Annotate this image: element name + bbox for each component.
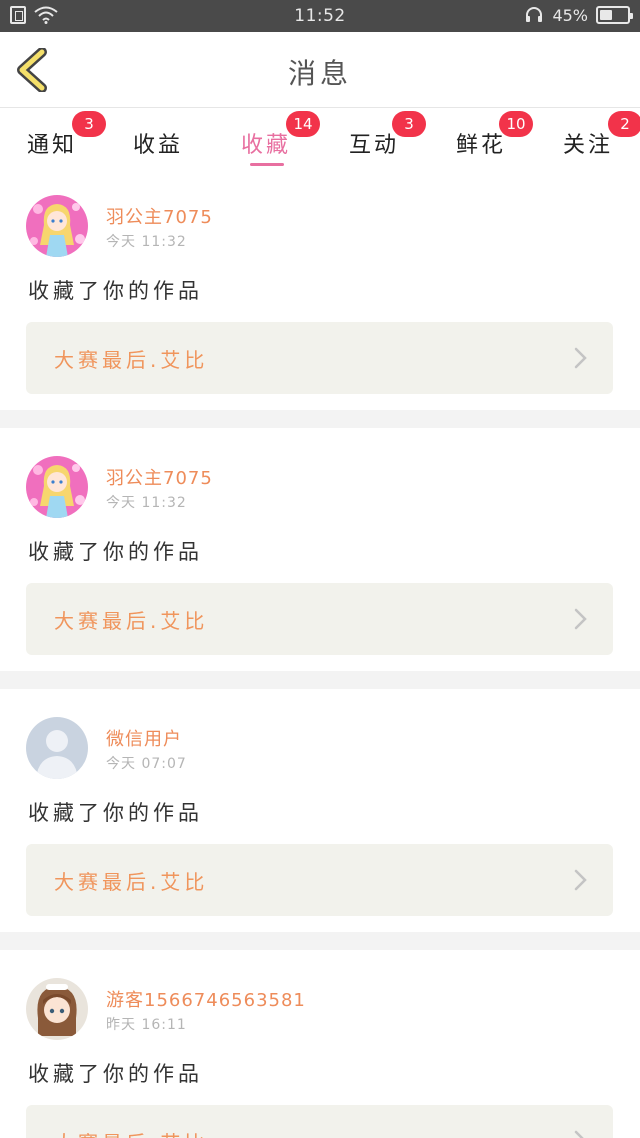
work-link[interactable]: 大赛最后.艾比 <box>26 844 613 916</box>
avatar[interactable] <box>26 717 88 779</box>
top-nav-bar: 消息 <box>0 32 640 108</box>
message-text: 收藏了你的作品 <box>28 801 203 825</box>
tab-label: 通知 <box>26 133 77 158</box>
anime-princess-avatar-icon <box>26 195 88 257</box>
username[interactable]: 羽公主7075 <box>106 203 213 229</box>
list-item: 羽公主7075 今天 11:32 收藏了你的作品 大赛最后.艾比 <box>0 428 640 671</box>
tab-badge: 2 <box>608 111 640 137</box>
chevron-right-icon <box>574 347 587 369</box>
tab-notice[interactable]: 通知 3 <box>2 111 106 167</box>
work-title: 大赛最后.艾比 <box>54 348 209 372</box>
tab-interactions[interactable]: 互动 3 <box>324 111 426 167</box>
anime-princess-avatar-icon <box>26 456 88 518</box>
tab-bar: 通知 3 收益 收藏 14 互动 3 鲜花 10 关注 2 <box>0 109 640 167</box>
battery-icon <box>596 6 633 24</box>
timestamp: 今天 11:32 <box>106 495 187 511</box>
work-link[interactable]: 大赛最后.艾比 <box>26 583 613 655</box>
work-title: 大赛最后.艾比 <box>54 609 209 633</box>
work-link[interactable]: 大赛最后.艾比 <box>26 1105 613 1138</box>
status-bar: 11:52 45% <box>0 0 640 32</box>
anime-girl-avatar-icon <box>26 978 88 1040</box>
tab-label: 收益 <box>132 133 183 158</box>
message-text: 收藏了你的作品 <box>28 1062 203 1086</box>
username[interactable]: 羽公主7075 <box>106 464 213 490</box>
list-item: 羽公主7075 今天 11:32 收藏了你的作品 大赛最后.艾比 <box>0 167 640 410</box>
avatar[interactable] <box>26 456 88 518</box>
tab-flowers[interactable]: 鲜花 10 <box>431 111 533 167</box>
timestamp: 今天 07:07 <box>106 756 187 772</box>
tab-badge: 14 <box>286 111 320 137</box>
chevron-right-icon <box>574 608 587 630</box>
tab-badge: 10 <box>499 111 533 137</box>
tab-label: 关注 <box>562 133 613 158</box>
avatar[interactable] <box>26 978 88 1040</box>
tab-badge: 3 <box>72 111 106 137</box>
status-bar-right: 45% <box>524 5 633 25</box>
timestamp: 今天 11:32 <box>106 234 187 250</box>
work-title: 大赛最后.艾比 <box>54 870 209 894</box>
chevron-right-icon <box>574 869 587 891</box>
battery-fill <box>600 10 612 20</box>
battery-percent: 45% <box>552 5 588 25</box>
username[interactable]: 游客1566746563581 <box>106 986 306 1012</box>
headset-icon <box>526 7 543 22</box>
active-tab-indicator <box>250 163 284 166</box>
divider <box>0 410 640 428</box>
message-text: 收藏了你的作品 <box>28 540 203 564</box>
tab-badge: 3 <box>392 111 426 137</box>
tab-earnings[interactable]: 收益 <box>108 117 208 167</box>
username[interactable]: 微信用户 <box>106 725 182 751</box>
divider <box>0 932 640 950</box>
list-item: 微信用户 今天 07:07 收藏了你的作品 大赛最后.艾比 <box>0 689 640 932</box>
page-title: 消息 <box>287 57 352 90</box>
avatar[interactable] <box>26 195 88 257</box>
tab-follow[interactable]: 关注 2 <box>538 111 640 167</box>
work-link[interactable]: 大赛最后.艾比 <box>26 322 613 394</box>
list-item: 游客1566746563581 昨天 16:11 收藏了你的作品 大赛最后.艾比 <box>0 950 640 1138</box>
divider <box>0 671 640 689</box>
tab-favorites[interactable]: 收藏 14 <box>216 111 320 167</box>
work-title: 大赛最后.艾比 <box>54 1127 208 1138</box>
timestamp: 昨天 16:11 <box>106 1017 187 1033</box>
default-user-avatar-icon <box>26 717 88 779</box>
message-text: 收藏了你的作品 <box>28 279 203 303</box>
chevron-right-icon <box>574 1130 584 1138</box>
tab-label: 收藏 <box>240 133 291 158</box>
